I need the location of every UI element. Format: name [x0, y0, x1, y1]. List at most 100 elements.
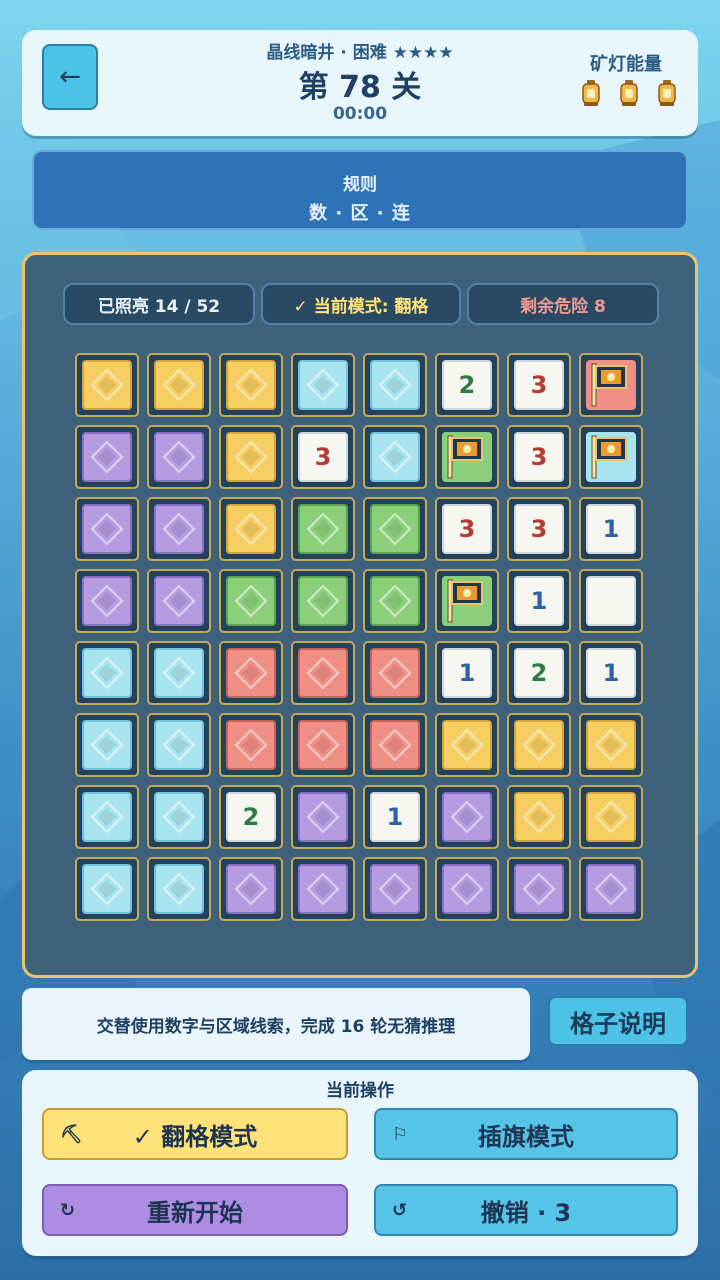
- grid-cell[interactable]: [363, 425, 427, 489]
- covered-tile: [298, 576, 348, 626]
- grid-cell[interactable]: [75, 425, 139, 489]
- grid-cell[interactable]: [507, 713, 571, 777]
- grid-cell[interactable]: 3: [291, 425, 355, 489]
- grid-cell[interactable]: [291, 569, 355, 633]
- covered-tile: [370, 360, 420, 410]
- grid-cell[interactable]: [147, 425, 211, 489]
- flag-mode-button[interactable]: ⚐ 插旗模式: [374, 1108, 678, 1160]
- grid-cell[interactable]: [75, 497, 139, 561]
- grid-cell[interactable]: [219, 425, 283, 489]
- grid-cell[interactable]: [579, 569, 643, 633]
- grid-cell[interactable]: [579, 425, 643, 489]
- flag-mode-label: 插旗模式: [478, 1122, 574, 1151]
- grid-cell[interactable]: [435, 857, 499, 921]
- grid-cell[interactable]: [75, 713, 139, 777]
- grid-cell[interactable]: 3: [507, 353, 571, 417]
- grid-cell[interactable]: [579, 713, 643, 777]
- grid-cell[interactable]: [147, 641, 211, 705]
- level-header: ← 晶线暗井 · 困难 ★★★★ 第 78 关 00:00 矿灯能量: [22, 30, 698, 136]
- grid-cell[interactable]: [75, 353, 139, 417]
- revealed-tile: 1: [514, 576, 564, 626]
- grid-cell[interactable]: [435, 425, 499, 489]
- grid-cell[interactable]: [147, 497, 211, 561]
- revealed-tile: 2: [226, 792, 276, 842]
- grid-cell[interactable]: [219, 857, 283, 921]
- covered-tile: [82, 432, 132, 482]
- covered-tile: [298, 648, 348, 698]
- grid-cell[interactable]: 1: [507, 569, 571, 633]
- covered-tile: [442, 864, 492, 914]
- timer: 00:00: [332, 104, 388, 124]
- grid-cell[interactable]: [363, 857, 427, 921]
- grid-cell[interactable]: 2: [435, 353, 499, 417]
- grid-cell[interactable]: [363, 353, 427, 417]
- lamp-energy: [582, 80, 676, 106]
- revealed-tile: 3: [514, 432, 564, 482]
- grid-cell[interactable]: [363, 569, 427, 633]
- covered-tile: [514, 720, 564, 770]
- grid-cell[interactable]: [147, 713, 211, 777]
- grid-cell[interactable]: 1: [363, 785, 427, 849]
- grid-cell[interactable]: [435, 713, 499, 777]
- grid-cell[interactable]: [147, 569, 211, 633]
- grid-cell[interactable]: [579, 857, 643, 921]
- tile-explain-button[interactable]: 格子说明: [548, 996, 688, 1046]
- hint-bar: 交替使用数字与区域线索，完成 16 轮无猜推理: [22, 988, 530, 1060]
- grid-cell[interactable]: [291, 353, 355, 417]
- covered-tile: [370, 864, 420, 914]
- lantern-icon: [582, 80, 600, 106]
- danger-counter: 剩余危险 8: [467, 283, 659, 325]
- revealed-tile: 3: [514, 504, 564, 554]
- grid-cell[interactable]: [75, 785, 139, 849]
- rules-panel[interactable]: 规则 数 · 区 · 连: [32, 150, 688, 230]
- grid-cell[interactable]: [291, 713, 355, 777]
- covered-tile: [154, 792, 204, 842]
- grid-cell[interactable]: [219, 569, 283, 633]
- clue-number: 2: [530, 659, 548, 687]
- grid-cell[interactable]: [363, 713, 427, 777]
- grid-cell[interactable]: 1: [435, 641, 499, 705]
- grid-cell[interactable]: [363, 497, 427, 561]
- grid-cell[interactable]: 1: [579, 641, 643, 705]
- undo-button[interactable]: ↺ 撤销 · 3: [374, 1184, 678, 1236]
- grid-cell[interactable]: 1: [579, 497, 643, 561]
- flag-icon: ⚐: [392, 1124, 409, 1145]
- grid-cell[interactable]: [219, 641, 283, 705]
- grid-cell[interactable]: 3: [507, 497, 571, 561]
- grid-cell[interactable]: [363, 641, 427, 705]
- grid-cell[interactable]: [507, 785, 571, 849]
- grid-cell[interactable]: [291, 785, 355, 849]
- grid-cell[interactable]: [147, 857, 211, 921]
- grid-cell[interactable]: [75, 641, 139, 705]
- flag-marker-icon: [440, 574, 494, 628]
- restart-button[interactable]: ↻ 重新开始: [42, 1184, 348, 1236]
- grid-cell[interactable]: [75, 857, 139, 921]
- covered-tile: [226, 648, 276, 698]
- clue-number: 3: [530, 443, 548, 471]
- clue-number: 1: [602, 515, 620, 543]
- clue-number: 1: [602, 659, 620, 687]
- grid-cell[interactable]: [507, 857, 571, 921]
- grid-cell[interactable]: 2: [507, 641, 571, 705]
- grid-cell[interactable]: 3: [435, 497, 499, 561]
- grid-cell[interactable]: [579, 785, 643, 849]
- grid-cell[interactable]: [291, 857, 355, 921]
- grid-cell[interactable]: [435, 569, 499, 633]
- grid-cell[interactable]: [219, 713, 283, 777]
- revealed-tile: 3: [514, 360, 564, 410]
- grid-cell[interactable]: [291, 641, 355, 705]
- grid-cell[interactable]: [579, 353, 643, 417]
- grid-cell[interactable]: [291, 497, 355, 561]
- grid-cell[interactable]: [435, 785, 499, 849]
- grid-cell[interactable]: [219, 497, 283, 561]
- grid-cell[interactable]: 2: [219, 785, 283, 849]
- grid-cell[interactable]: [75, 569, 139, 633]
- grid-cell[interactable]: 3: [507, 425, 571, 489]
- covered-tile: [514, 864, 564, 914]
- grid-cell[interactable]: [219, 353, 283, 417]
- grid-cell[interactable]: [147, 353, 211, 417]
- grid-cell[interactable]: [147, 785, 211, 849]
- covered-tile: [514, 792, 564, 842]
- covered-tile: [298, 720, 348, 770]
- flip-mode-button[interactable]: ⛏ ✓ 翻格模式: [42, 1108, 348, 1160]
